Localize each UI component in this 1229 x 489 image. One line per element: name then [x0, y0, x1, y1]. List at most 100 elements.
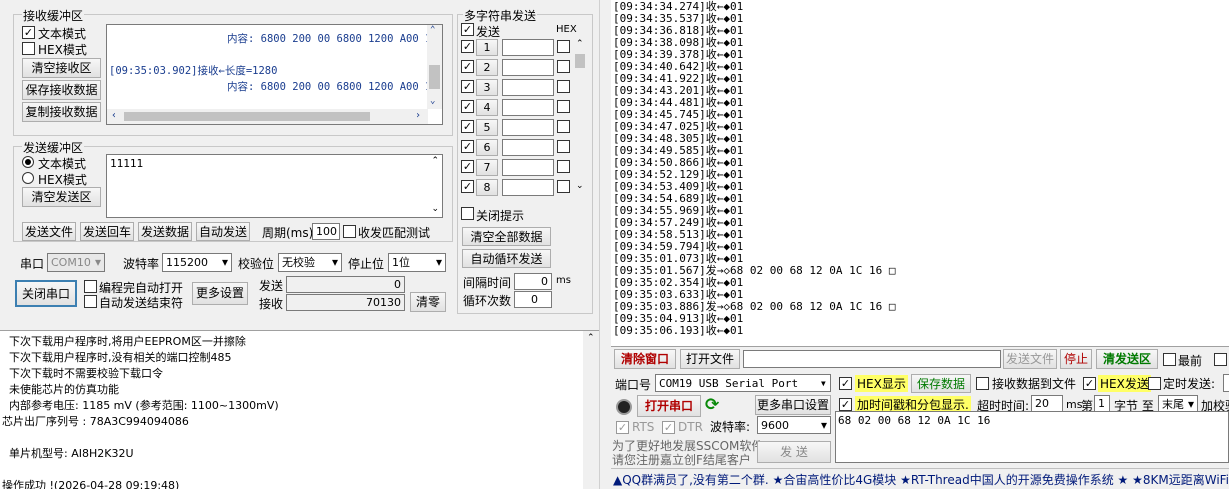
- isp-scroll-up-icon[interactable]: ⌃: [587, 334, 595, 343]
- sscom-send-file-button[interactable]: 发送文件: [1003, 349, 1057, 369]
- receive-hscroll[interactable]: ‹ ›: [107, 109, 428, 124]
- multi-row-input[interactable]: [502, 59, 554, 76]
- multi-row-hex-checkbox[interactable]: [557, 60, 570, 73]
- interval-input[interactable]: 0: [514, 273, 552, 290]
- english-checkbox[interactable]: [1214, 353, 1227, 366]
- multi-row-input[interactable]: [502, 39, 554, 56]
- hex-send-checkbox[interactable]: ✓: [1083, 377, 1096, 390]
- multi-row-hex-checkbox[interactable]: [557, 160, 570, 173]
- timestamp-checkbox[interactable]: ✓: [839, 398, 852, 411]
- sscom-baud-select[interactable]: 9600: [757, 416, 831, 434]
- port-select[interactable]: COM10: [47, 253, 105, 272]
- multi-row-input[interactable]: [502, 119, 554, 136]
- receive-hex-mode-checkbox[interactable]: [22, 42, 35, 55]
- match-test-checkbox[interactable]: [343, 225, 356, 238]
- multi-row-send-button[interactable]: 1: [476, 39, 498, 56]
- timed-send-input[interactable]: [1223, 374, 1229, 392]
- auto-send-end-checkbox[interactable]: [84, 295, 97, 308]
- baud-select[interactable]: 115200: [162, 253, 232, 272]
- scroll-up-icon[interactable]: ⌃: [430, 26, 435, 35]
- multi-row-checkbox[interactable]: ✓: [461, 160, 474, 173]
- close-tip-checkbox[interactable]: [461, 207, 474, 220]
- multi-send-all-checkbox[interactable]: ✓: [461, 23, 474, 36]
- multi-row-hex-checkbox[interactable]: [557, 40, 570, 53]
- multi-row-input[interactable]: [502, 159, 554, 176]
- hscroll-thumb[interactable]: [124, 112, 370, 121]
- multi-row-send-button[interactable]: 8: [476, 179, 498, 196]
- multi-row-hex-checkbox[interactable]: [557, 120, 570, 133]
- file-path-input[interactable]: [743, 350, 1001, 368]
- close-port-button[interactable]: 关闭串口: [15, 280, 77, 307]
- multi-row-send-button[interactable]: 2: [476, 59, 498, 76]
- send-data-button[interactable]: 发送数据: [138, 222, 192, 241]
- send-text-area[interactable]: 11111 ⌃ ⌄: [106, 154, 443, 218]
- more-settings-button[interactable]: 更多设置: [192, 282, 248, 305]
- parity-select[interactable]: 无校验: [278, 253, 342, 272]
- sscom-send-button[interactable]: 发 送: [757, 441, 831, 463]
- send-scroll-up-icon[interactable]: ⌃: [431, 157, 439, 166]
- multi-row-checkbox[interactable]: ✓: [461, 120, 474, 133]
- multi-row-send-button[interactable]: 3: [476, 79, 498, 96]
- multi-row-checkbox[interactable]: ✓: [461, 140, 474, 153]
- sscom-port-select[interactable]: COM19 USB Serial Port: [655, 374, 831, 392]
- receive-vscroll[interactable]: ⌃ ⌄: [427, 25, 442, 109]
- send-text-mode-radio[interactable]: [22, 156, 34, 168]
- send-hex-mode-radio[interactable]: [22, 172, 34, 184]
- multi-row-hex-checkbox[interactable]: [557, 80, 570, 93]
- auto-loop-button[interactable]: 自动循环发送: [462, 249, 551, 268]
- multi-row-hex-checkbox[interactable]: [557, 140, 570, 153]
- more-port-settings-button[interactable]: 更多串口设置: [755, 395, 831, 415]
- hex-display-checkbox[interactable]: ✓: [839, 377, 852, 390]
- auto-open-checkbox[interactable]: [84, 280, 97, 293]
- multi-row-input[interactable]: [502, 99, 554, 116]
- period-input[interactable]: 100: [312, 223, 340, 240]
- stop-button[interactable]: 停止: [1060, 349, 1092, 369]
- multi-row-hex-checkbox[interactable]: [557, 100, 570, 113]
- isp-output-log[interactable]: 下次下载用户程序时,将用户EEPROM区一并擦除 下次下载用户程序时,没有相关的…: [0, 330, 599, 489]
- receive-text-mode-checkbox[interactable]: ✓: [22, 26, 35, 39]
- multi-row-input[interactable]: [502, 139, 554, 156]
- clear-send-button[interactable]: 清空发送区: [22, 187, 101, 207]
- dtr-checkbox[interactable]: ✓: [662, 421, 675, 434]
- multi-row-send-button[interactable]: 6: [476, 139, 498, 156]
- scroll-right-icon[interactable]: ›: [415, 111, 421, 121]
- clear-send-area-button[interactable]: 清发送区: [1096, 349, 1158, 369]
- send-file-button[interactable]: 发送文件: [22, 222, 76, 241]
- rts-checkbox[interactable]: ✓: [616, 421, 629, 434]
- scroll-thumb[interactable]: [429, 65, 440, 89]
- copy-receive-button[interactable]: 复制接收数据: [22, 102, 101, 122]
- multi-row-checkbox[interactable]: ✓: [461, 80, 474, 93]
- multi-row-checkbox[interactable]: ✓: [461, 100, 474, 113]
- save-receive-button[interactable]: 保存接收数据: [22, 80, 101, 100]
- open-port-button[interactable]: 打开串口: [637, 395, 701, 417]
- refresh-icon[interactable]: ⟳: [705, 397, 719, 414]
- window-splitter[interactable]: [599, 0, 611, 489]
- receive-text-area[interactable]: 内容: 6800 200 00 6800 1200 A00 1 [09:35:0…: [106, 24, 443, 125]
- loop-count-input[interactable]: 0: [514, 291, 552, 308]
- scroll-left-icon[interactable]: ‹: [111, 111, 117, 121]
- multi-row-checkbox[interactable]: ✓: [461, 180, 474, 193]
- multi-row-checkbox[interactable]: ✓: [461, 60, 474, 73]
- open-file-button[interactable]: 打开文件: [680, 349, 740, 369]
- clear-all-button[interactable]: 清空全部数据: [462, 227, 551, 246]
- recv-to-file-checkbox[interactable]: [976, 377, 989, 390]
- isp-log-vscroll[interactable]: ⌃: [583, 331, 599, 489]
- auto-send-button[interactable]: 自动发送: [196, 222, 250, 241]
- save-data-button[interactable]: 保存数据: [911, 374, 971, 393]
- multi-vscroll[interactable]: ⌃ ⌄: [574, 38, 586, 196]
- sscom-receive-log[interactable]: [09:34:34.274]收←◆01 [09:34:35.537]收←◆01 [0…: [611, 0, 1229, 346]
- multi-row-input[interactable]: [502, 79, 554, 96]
- send-scroll-down-icon[interactable]: ⌄: [431, 205, 439, 214]
- send-enter-button[interactable]: 发送回车: [80, 222, 134, 241]
- multi-row-input[interactable]: [502, 179, 554, 196]
- multi-row-checkbox[interactable]: ✓: [461, 40, 474, 53]
- clear-receive-button[interactable]: 清空接收区: [22, 58, 101, 78]
- scroll-down-icon[interactable]: ⌄: [430, 97, 435, 106]
- ticker-text[interactable]: ▲QQ群满员了,没有第二个群. ★合宙高性价比4G模块 ★RT-Thread中国…: [613, 471, 1229, 487]
- multi-row-send-button[interactable]: 7: [476, 159, 498, 176]
- timed-send-checkbox[interactable]: [1148, 377, 1161, 390]
- multi-row-send-button[interactable]: 5: [476, 119, 498, 136]
- clear-window-button[interactable]: 清除窗口: [614, 349, 676, 369]
- multi-row-hex-checkbox[interactable]: [557, 180, 570, 193]
- clear-count-button[interactable]: 清零: [410, 292, 446, 312]
